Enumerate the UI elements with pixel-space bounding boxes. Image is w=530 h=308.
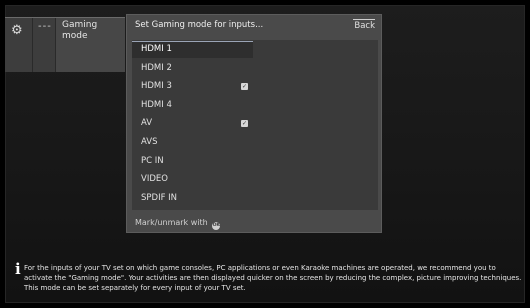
input-label: PC IN	[141, 155, 164, 166]
dialog-header: Set Gaming mode for inputs... Back	[127, 15, 381, 36]
dialog-footer: Mark/unmark with OK	[135, 218, 221, 230]
input-row[interactable]: AVS	[132, 134, 378, 151]
input-row[interactable]: HDMI 4	[132, 97, 378, 114]
back-button[interactable]: Back	[353, 19, 375, 33]
gaming-mode-label: Gaming mode	[62, 20, 98, 41]
gaming-mode-tile[interactable]: Gaming mode	[56, 17, 125, 72]
input-label: AV	[141, 118, 153, 129]
input-row[interactable]: HDMI 1	[132, 41, 253, 58]
ok-button-icon: OK	[212, 222, 221, 230]
input-list: HDMI 1 HDMI 2 HDMI 3 ✓ HDMI 4 AV ✓ AVS PC IN VIDE…	[132, 40, 378, 210]
input-row[interactable]: SPDIF IN	[132, 190, 378, 207]
tv-screen: ⚙ --- Gaming mode Set Gaming mode for in…	[5, 5, 525, 303]
footer-text: Mark/unmark with	[135, 218, 208, 227]
checkbox-checked-icon[interactable]: ✓	[241, 120, 248, 128]
info-icon: i	[15, 260, 21, 278]
input-row[interactable]: AV ✓	[132, 115, 378, 132]
tv-frame: ⚙ --- Gaming mode Set Gaming mode for in…	[0, 0, 530, 308]
input-row[interactable]: HDMI 3 ✓	[132, 78, 378, 95]
info-text: For the inputs of your TV set on which g…	[24, 264, 522, 292]
input-label: HDMI 4	[141, 99, 172, 110]
gaming-mode-dialog: Set Gaming mode for inputs... Back HDMI …	[126, 14, 382, 233]
checkbox-checked-icon[interactable]: ✓	[241, 83, 248, 91]
settings-tile[interactable]: ⚙	[5, 17, 32, 72]
more-tile[interactable]: ---	[33, 17, 55, 72]
input-label: HDMI 1	[141, 44, 172, 54]
input-row[interactable]: PC IN	[132, 153, 378, 170]
dialog-title: Set Gaming mode for inputs...	[135, 20, 264, 30]
input-label: HDMI 2	[141, 62, 172, 73]
more-icon: ---	[38, 21, 52, 32]
input-label: VIDEO	[141, 174, 168, 185]
input-label: HDMI 3	[141, 81, 172, 92]
input-row[interactable]: HDMI 2	[132, 60, 378, 77]
side-menu-divider	[5, 17, 125, 18]
gear-icon: ⚙	[11, 23, 23, 38]
input-label: SPDIF IN	[141, 192, 178, 203]
input-label: AVS	[141, 137, 158, 147]
input-row[interactable]: VIDEO	[132, 171, 378, 188]
